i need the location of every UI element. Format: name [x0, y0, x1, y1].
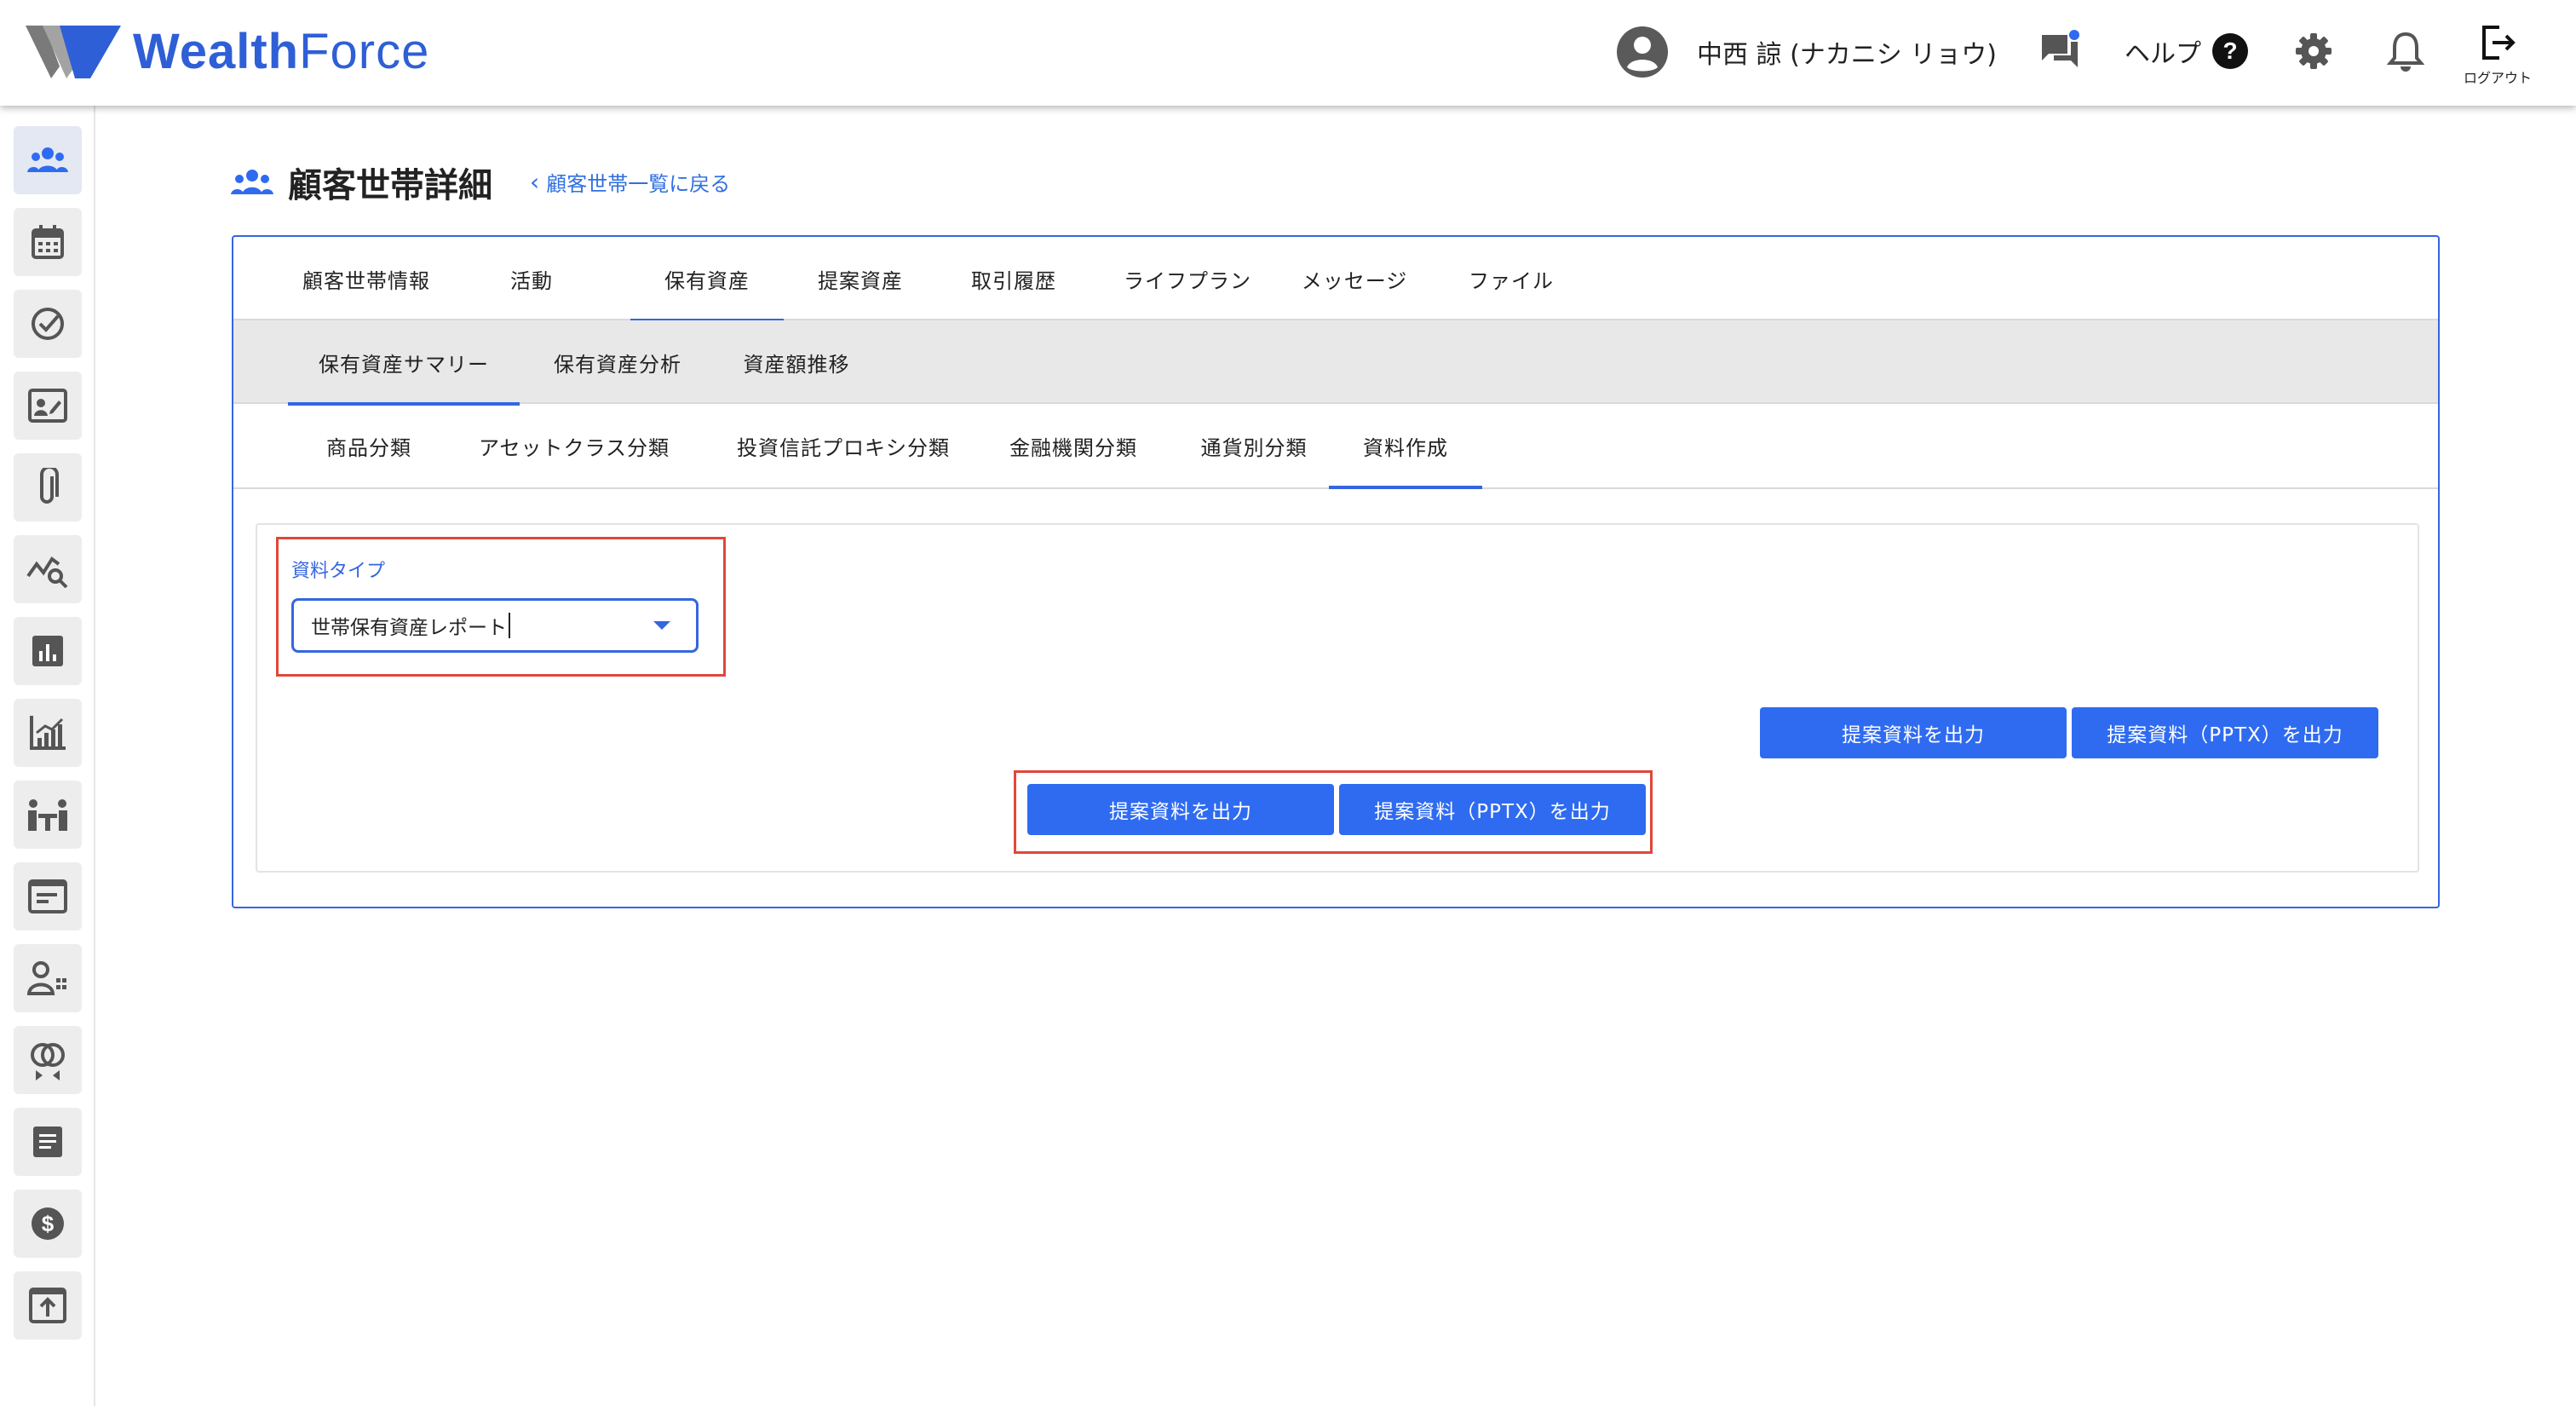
sidebar-item-households[interactable]: [14, 126, 82, 194]
help-label: ヘルプ: [2125, 39, 2201, 69]
tab-asset-trend[interactable]: 資産額推移: [716, 320, 877, 404]
back-to-list-link[interactable]: ‹ 顧客世帯一覧に戻る: [530, 167, 730, 197]
sidebar-item-meetings[interactable]: [14, 781, 82, 849]
sidebar-item-billing[interactable]: $: [14, 1190, 82, 1258]
dropdown-arrow-icon: [653, 621, 670, 630]
bell-icon: [2387, 32, 2424, 72]
rings-icon: [31, 1043, 65, 1080]
logout-label: ログアウト: [2463, 70, 2532, 86]
check-circle-icon: [32, 308, 64, 340]
back-link-label: 顧客世帯一覧に戻る: [546, 172, 731, 196]
bar-chart-icon: [32, 636, 63, 666]
paperclip-icon: [40, 468, 59, 504]
meeting-icon: [28, 799, 67, 831]
app-header: WealthForce 中西 諒 (ナカニシ リョウ) ヘルプ ? ログアウト: [0, 0, 2576, 106]
wealthforce-logo[interactable]: WealthForce: [26, 22, 429, 82]
group-icon: [231, 170, 273, 194]
export-proposal-pptx-button[interactable]: 提案資料（PPTX）を出力: [2072, 707, 2378, 758]
tab-holdings-summary[interactable]: 保有資産サマリー: [288, 320, 520, 406]
gear-icon: [2296, 33, 2332, 69]
tab-transactions[interactable]: 取引履歴: [937, 237, 1090, 320]
user-name: 中西 諒 (ナカニシ リョウ): [1697, 40, 1998, 70]
help-circle-icon: ?: [2212, 33, 2248, 69]
sidebar-item-performance[interactable]: [14, 699, 82, 767]
logo-mark-icon: [26, 26, 121, 78]
upload-icon: [29, 1288, 66, 1323]
tertiary-tabs: 商品分類 アセットクラス分類 投資信託プロキシ分類 金融機関分類 通貨別分類 資…: [233, 404, 2438, 489]
svg-text:?: ?: [2222, 37, 2237, 64]
sidebar-item-screens[interactable]: [14, 862, 82, 931]
household-detail-card: 顧客世帯情報 活動 保有資産 提案資産 取引履歴 ライフプラン メッセージ ファ…: [232, 235, 2440, 908]
logout-icon: [2482, 26, 2516, 60]
document-type-select[interactable]: 世帯保有資産レポート: [291, 598, 699, 653]
contact-card-icon: [28, 389, 67, 423]
dollar-icon: $: [32, 1207, 64, 1240]
sidebar-item-documents[interactable]: [14, 1108, 82, 1176]
user-avatar-icon: [1617, 26, 1668, 78]
sidebar-item-contacts[interactable]: [14, 372, 82, 440]
export-proposal-pptx-button-centered[interactable]: 提案資料（PPTX）を出力: [1339, 784, 1646, 835]
tab-activity[interactable]: 活動: [480, 237, 583, 320]
export-proposal-button-centered[interactable]: 提案資料を出力: [1027, 784, 1334, 835]
person-list-icon: [27, 961, 66, 995]
tab-institution[interactable]: 金融機関分類: [988, 404, 1159, 487]
growth-chart-icon: [30, 716, 66, 750]
tab-holdings[interactable]: 保有資産: [630, 237, 784, 322]
tab-product-category[interactable]: 商品分類: [305, 404, 433, 487]
sidebar-item-attachments[interactable]: [14, 453, 82, 521]
sidebar-item-analysis[interactable]: [14, 535, 82, 603]
sidebar-item-upload[interactable]: [14, 1271, 82, 1340]
page-title: 顧客世帯詳細: [288, 166, 492, 205]
document-form-panel: 資料タイプ 世帯保有資産レポート 提案資料を出力 提案資料（PPTX）を出力 提…: [256, 523, 2419, 873]
primary-tabs: 顧客世帯情報 活動 保有資産 提案資産 取引履歴 ライフプラン メッセージ ファ…: [233, 237, 2438, 322]
tab-messages[interactable]: メッセージ: [1269, 237, 1440, 320]
page-header: 顧客世帯詳細: [230, 157, 492, 208]
tab-asset-class[interactable]: アセットクラス分類: [455, 404, 693, 487]
sidebar-item-staff[interactable]: [14, 944, 82, 1012]
brand-right: Force: [299, 24, 430, 79]
user-menu[interactable]: 中西 諒 (ナカニシ リョウ): [1615, 24, 1997, 80]
sidebar-item-reports[interactable]: [14, 617, 82, 685]
tab-fund-proxy[interactable]: 投資信託プロキシ分類: [716, 404, 971, 487]
document-icon: [33, 1127, 62, 1157]
help-button[interactable]: ヘルプ ?: [2125, 27, 2249, 75]
document-type-label: 資料タイプ: [291, 561, 386, 582]
group-icon: [27, 147, 68, 172]
messages-button[interactable]: [2036, 27, 2084, 75]
secondary-tabs: 保有資産サマリー 保有資産分析 資産額推移: [233, 320, 2438, 406]
tab-holdings-analysis[interactable]: 保有資産分析: [528, 320, 707, 404]
sidebar: $: [0, 106, 95, 1406]
chevron-left-icon: ‹: [530, 168, 540, 196]
tab-document-creation[interactable]: 資料作成: [1329, 404, 1482, 489]
calendar-icon: [32, 225, 64, 259]
settings-button[interactable]: [2290, 27, 2337, 75]
export-proposal-button[interactable]: 提案資料を出力: [1760, 707, 2067, 758]
window-icon: [28, 879, 67, 913]
sidebar-item-tasks[interactable]: [14, 290, 82, 358]
tab-currency[interactable]: 通貨別分類: [1177, 404, 1331, 487]
chart-search-icon: [26, 556, 68, 588]
tab-proposals[interactable]: 提案資産: [784, 237, 937, 320]
notifications-button[interactable]: [2382, 27, 2429, 75]
svg-text:$: $: [42, 1211, 55, 1236]
document-type-value: 世帯保有資産レポート: [311, 617, 507, 639]
sidebar-item-calendar[interactable]: [14, 208, 82, 276]
tab-files[interactable]: ファイル: [1443, 237, 1579, 320]
sidebar-item-family[interactable]: [14, 1026, 82, 1094]
logout-button[interactable]: ログアウト: [2460, 24, 2535, 87]
tab-household-info[interactable]: 顧客世帯情報: [290, 237, 443, 320]
chat-icon: [2042, 30, 2079, 67]
tab-life-plan[interactable]: ライフプラン: [1102, 237, 1273, 320]
text-caret: [509, 613, 510, 638]
brand-left: Wealth: [133, 24, 300, 79]
